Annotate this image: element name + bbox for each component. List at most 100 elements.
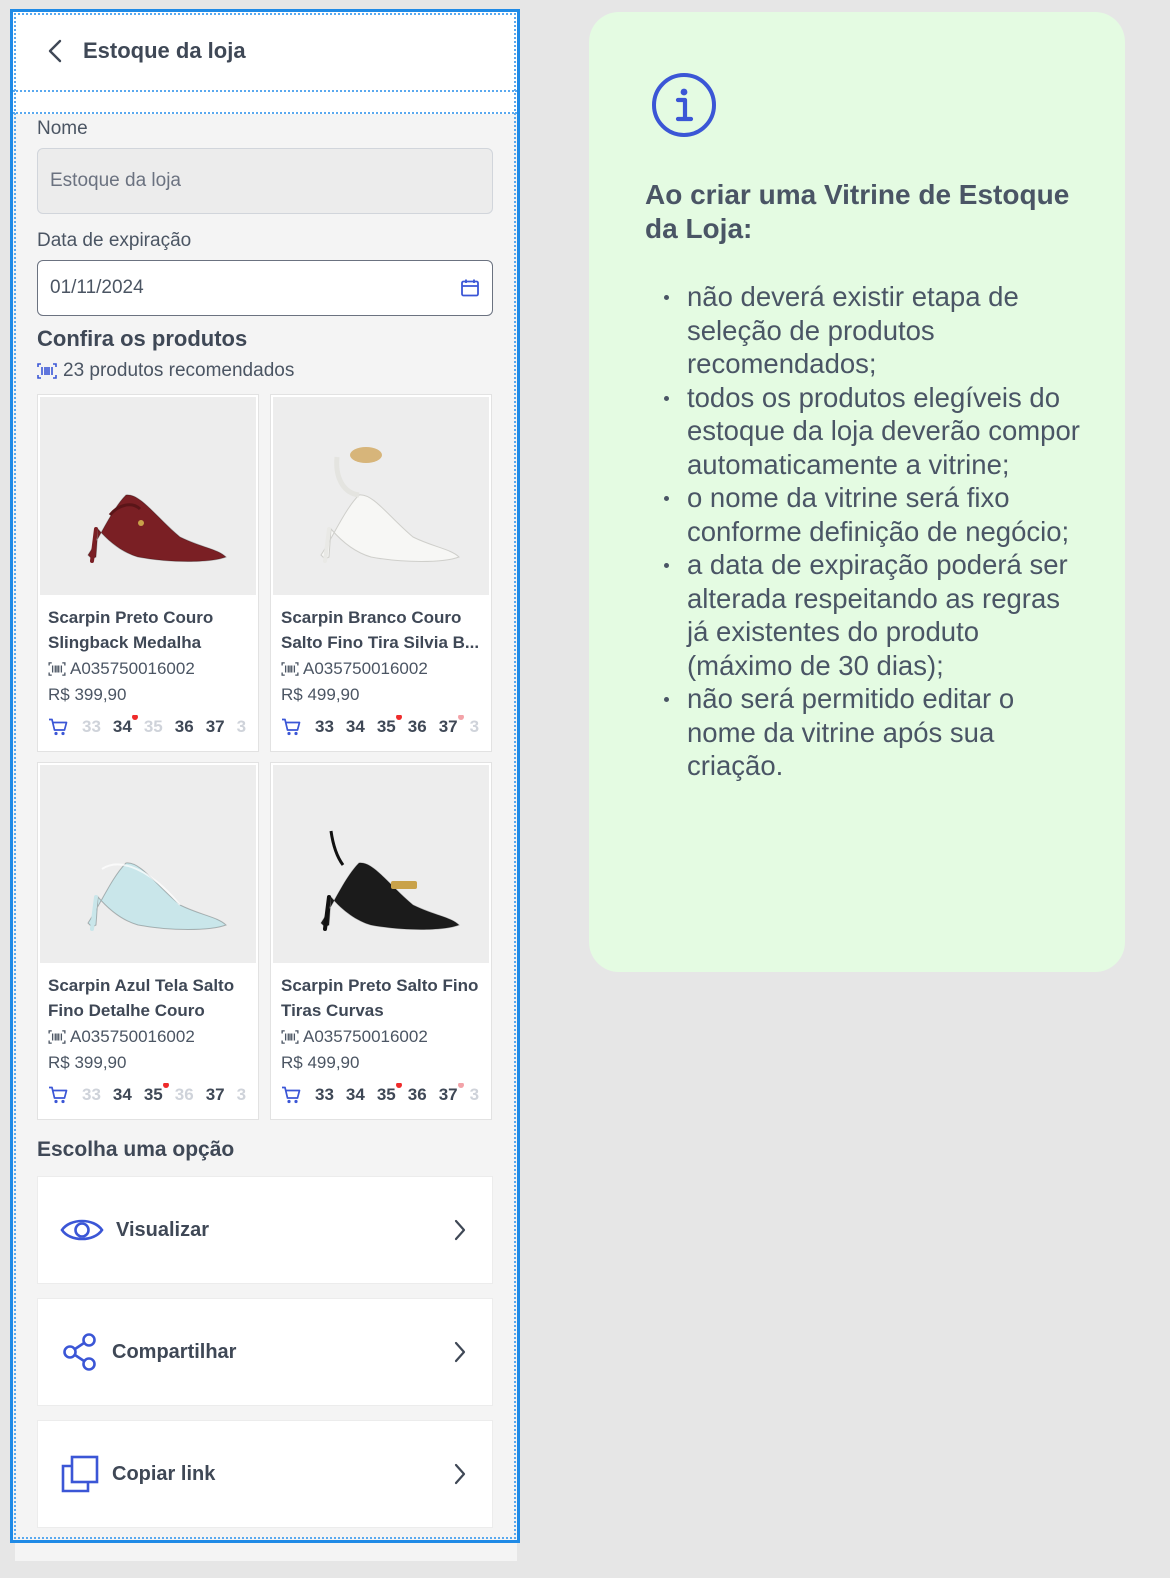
size-option[interactable]: 37 [206, 717, 225, 737]
info-item: não deverá existir etapa de seleção de p… [664, 280, 1087, 381]
chevron-right-icon [454, 1463, 466, 1485]
product-price: R$ 499,90 [281, 1053, 360, 1072]
screen-bottom [15, 1543, 517, 1561]
product-sku: A035750016002 [281, 1027, 428, 1047]
size-list: 33 34 35 36 37 3 [281, 1083, 486, 1107]
size-option[interactable]: 35 [144, 1083, 169, 1105]
product-image [273, 397, 489, 595]
share-option[interactable]: Compartilhar [37, 1298, 493, 1406]
size-list: 33 34 35 36 37 3 [281, 715, 486, 739]
product-name: Scarpin Preto Salto Fino Tiras Curvas [281, 976, 479, 1020]
share-option-label: Compartilhar [112, 1340, 237, 1363]
size-option[interactable]: 36 [175, 1085, 194, 1105]
sku-value: A035750016002 [303, 1027, 428, 1046]
info-panel: Ao criar uma Vitrine de Estoque da Loja:… [589, 12, 1125, 972]
date-value: 01/11/2024 [50, 277, 144, 298]
info-item: todos os produtos elegíveis do estoque d… [664, 381, 1087, 482]
size-option[interactable]: 33 [315, 1085, 334, 1105]
barcode-icon [48, 1030, 66, 1044]
product-card[interactable]: Scarpin Branco Couro Salto Fino Tira Sil… [270, 394, 492, 752]
size-option[interactable]: 3 [470, 1085, 479, 1105]
product-image [40, 397, 256, 595]
size-option[interactable]: 34 [346, 717, 365, 737]
size-option[interactable]: 3 [470, 717, 479, 737]
size-list: 33 34 35 36 37 3 [48, 715, 253, 739]
cart-icon[interactable] [281, 718, 301, 736]
size-option[interactable]: 3 [237, 717, 246, 737]
share-icon [63, 1333, 96, 1371]
product-price: R$ 399,90 [48, 685, 127, 704]
products-section-title: Confira os produtos [37, 326, 248, 351]
sku-value: A035750016002 [303, 659, 428, 678]
info-title: Ao criar uma Vitrine de Estoque da Loja: [645, 179, 1070, 244]
size-option[interactable]: 33 [315, 717, 334, 737]
barcode-icon [281, 1030, 299, 1044]
size-option[interactable]: 35 [377, 1083, 402, 1105]
product-image [40, 765, 256, 963]
copy-link-option-label: Copiar link [112, 1462, 216, 1485]
recommended-text: 23 produtos recomendados [63, 360, 295, 381]
product-card[interactable]: Scarpin Preto Couro Slingback Medalha A03… [37, 394, 259, 752]
product-name: Scarpin Azul Tela Salto Fino Detalhe Cou… [48, 976, 235, 1020]
size-option[interactable]: 34 [346, 1085, 365, 1105]
size-option[interactable]: 37 [439, 715, 464, 737]
name-field: Estoque da loja [37, 148, 493, 214]
product-sku: A035750016002 [48, 659, 195, 679]
info-list: não deverá existir etapa de seleção de p… [664, 280, 1087, 783]
mobile-screen: Estoque da loja Nome Estoque da loja Dat… [10, 9, 520, 1543]
copy-icon [61, 1455, 99, 1493]
size-option[interactable]: 36 [175, 717, 194, 737]
product-name: Scarpin Preto Couro Slingback Medalha [48, 608, 214, 652]
cart-icon[interactable] [48, 1086, 68, 1104]
barcode-icon [281, 662, 299, 676]
info-item: a data de expiração poderá ser alterada … [664, 548, 1087, 682]
product-price: R$ 399,90 [48, 1053, 127, 1072]
info-item: o nome da vitrine será fixo conforme def… [664, 481, 1087, 548]
copy-link-option[interactable]: Copiar link [37, 1420, 493, 1528]
back-button[interactable] [35, 31, 75, 71]
date-label: Data de expiração [37, 230, 192, 251]
product-price: R$ 499,90 [281, 685, 360, 704]
chevron-left-icon [48, 39, 62, 63]
product-card[interactable]: Scarpin Preto Salto Fino Tiras Curvas A03… [270, 762, 492, 1120]
info-icon [652, 73, 716, 137]
size-option[interactable]: 36 [408, 1085, 427, 1105]
size-option[interactable]: 34 [113, 1085, 132, 1105]
eye-icon [60, 1219, 104, 1241]
barcode-icon [37, 363, 57, 379]
size-option[interactable]: 35 [377, 715, 402, 737]
product-image [273, 765, 489, 963]
sku-value: A035750016002 [70, 1027, 195, 1046]
size-list: 33 34 35 36 37 3 [48, 1083, 253, 1107]
expiration-date-field[interactable]: 01/11/2024 [37, 260, 493, 316]
size-option[interactable]: 34 [113, 715, 138, 737]
calendar-icon[interactable] [460, 278, 480, 298]
size-option[interactable]: 33 [82, 1085, 101, 1105]
page-title: Estoque da loja [83, 38, 246, 63]
options-title: Escolha uma opção [37, 1138, 235, 1161]
barcode-icon [48, 662, 66, 676]
header-divider [13, 90, 517, 114]
name-label: Nome [37, 118, 88, 139]
recommended-count: 23 produtos recomendados [37, 360, 294, 382]
name-value: Estoque da loja [50, 170, 181, 191]
view-option-label: Visualizar [116, 1218, 210, 1241]
size-option[interactable]: 35 [144, 717, 163, 737]
sku-value: A035750016002 [70, 659, 195, 678]
product-card[interactable]: Scarpin Azul Tela Salto Fino Detalhe Cou… [37, 762, 259, 1120]
product-name: Scarpin Branco Couro Salto Fino Tira Sil… [281, 608, 480, 652]
product-sku: A035750016002 [281, 659, 428, 679]
size-option[interactable]: 36 [408, 717, 427, 737]
info-item: não será permitido editar o nome da vitr… [664, 682, 1087, 783]
size-option[interactable]: 33 [82, 717, 101, 737]
cart-icon[interactable] [281, 1086, 301, 1104]
product-sku: A035750016002 [48, 1027, 195, 1047]
view-option[interactable]: Visualizar [37, 1176, 493, 1284]
size-option[interactable]: 37 [206, 1085, 225, 1105]
chevron-right-icon [454, 1341, 466, 1363]
app-header: Estoque da loja [13, 12, 517, 90]
cart-icon[interactable] [48, 718, 68, 736]
chevron-right-icon [454, 1219, 466, 1241]
size-option[interactable]: 37 [439, 1083, 464, 1105]
size-option[interactable]: 3 [237, 1085, 246, 1105]
